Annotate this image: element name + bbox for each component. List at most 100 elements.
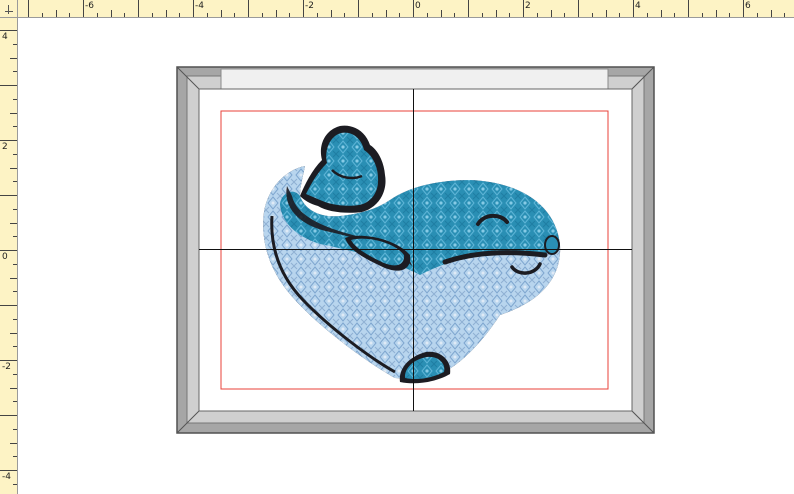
ruler-label: -6 [85,1,94,11]
ruler-tick [0,470,17,471]
ruler-label: 2 [2,142,8,152]
ruler-tick [578,0,579,17]
ruler-origin-corner[interactable] [0,0,18,18]
ruler-tick [13,374,17,375]
ruler-tick [619,13,620,17]
ruler-tick [0,250,17,251]
ruler-tick [10,333,17,334]
ruler-tick [729,13,730,17]
ruler-tick [276,10,277,17]
ruler-tick [564,13,565,17]
ruler-tick [413,0,414,17]
ruler-tick [179,13,180,17]
ruler-tick [111,10,112,17]
ruler-tick [647,13,648,17]
ruler-tick [0,140,17,141]
ruler-tick [13,99,17,100]
ruler-tick [372,13,373,17]
ruler-tick [0,85,17,86]
ruler-tick [69,13,70,17]
ruler-tick [10,113,17,114]
ruler-tick [13,181,17,182]
ruler-tick [633,0,634,17]
ruler-tick [592,13,593,17]
ruler-tick [13,401,17,402]
ruler-tick [0,30,17,31]
ruler-label: -2 [2,362,11,372]
ruler-tick [757,13,758,17]
ruler-tick [358,0,359,17]
ruler-tick [688,0,689,17]
ruler-tick [743,0,744,17]
ruler-tick [124,13,125,17]
ruler-tick [10,223,17,224]
ruler-tick [13,291,17,292]
ruler-label: 6 [745,1,751,11]
ruler-label: 0 [415,1,421,11]
ruler-tick [248,0,249,17]
ruler-tick [13,264,17,265]
ruler-tick [0,360,17,361]
vertical-ruler[interactable]: 4 2 0 -2 -4 [0,18,18,494]
ruler-tick [399,13,400,17]
ruler-tick [303,0,304,17]
ruler-tick [771,10,772,17]
ruler-tick [10,388,17,389]
ruler-tick [13,456,17,457]
ruler-tick [262,13,263,17]
ruler-tick [386,10,387,17]
ruler-tick [509,13,510,17]
ruler-tick [13,126,17,127]
ruler-tick [784,13,785,17]
ruler-tick [207,13,208,17]
ruler-tick [331,10,332,17]
ruler-tick [13,154,17,155]
ruler-tick [56,10,57,17]
ruler-tick [523,0,524,17]
ruler-tick [454,13,455,17]
ruler-tick [13,71,17,72]
ruler-tick [13,319,17,320]
horizontal-ruler[interactable]: -6 -4 -2 0 2 4 6 [0,0,794,18]
design-canvas[interactable] [18,18,794,494]
ruler-tick [344,13,345,17]
ruler-label: -4 [2,472,11,482]
ruler-label: 0 [2,252,8,262]
ruler-tick [193,0,194,17]
ruler-tick [0,415,17,416]
ruler-tick [13,44,17,45]
ruler-tick [606,10,607,17]
ruler-label: 2 [525,1,531,11]
ruler-tick [166,10,167,17]
ruler-tick [10,58,17,59]
ruler-tick [317,13,318,17]
ruler-tick [674,13,675,17]
embroidery-workspace [176,66,655,434]
ruler-label: -2 [305,1,314,11]
ruler-tick [97,13,98,17]
ruler-tick [482,13,483,17]
ruler-tick [10,443,17,444]
ruler-tick [496,10,497,17]
ruler-tick [13,429,17,430]
ruler-tick [0,305,17,306]
ruler-tick [441,10,442,17]
ruler-tick [13,484,17,485]
ruler-tick [152,13,153,17]
ruler-tick [28,0,29,17]
ruler-tick [42,13,43,17]
ruler-tick [13,236,17,237]
ruler-tick [716,10,717,17]
ruler-label: -4 [195,1,204,11]
ruler-tick [661,10,662,17]
ruler-tick [427,13,428,17]
ruler-tick [83,0,84,17]
ruler-tick [702,13,703,17]
ruler-tick [221,10,222,17]
ruler-tick [234,13,235,17]
ruler-tick [138,0,139,17]
ruler-label: 4 [2,32,8,42]
ruler-tick [10,278,17,279]
ruler-tick [10,168,17,169]
ruler-tick [13,209,17,210]
